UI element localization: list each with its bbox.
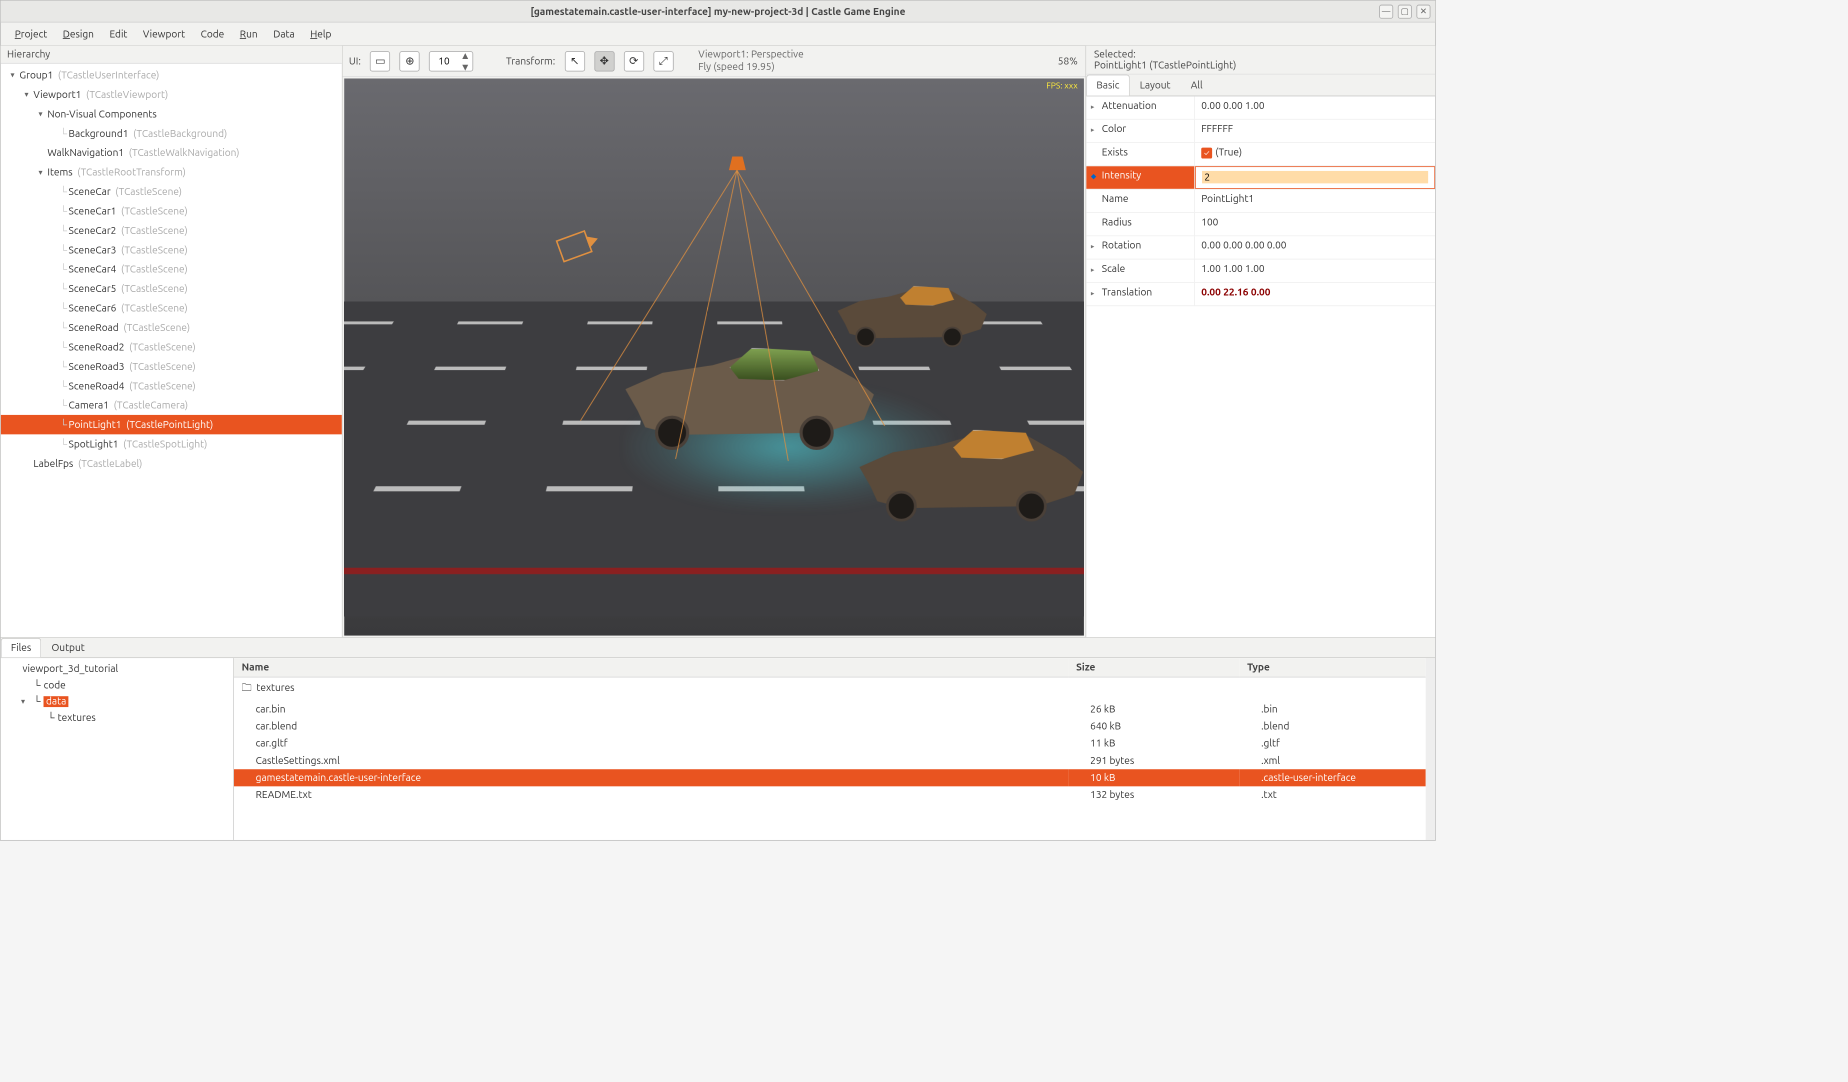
center-panel: UI: ▭ ⊕ ▲▼ Transform: ↖ ✥ ⟳ ⤢ Viewport1:…: [343, 46, 1086, 637]
selected-value: PointLight1 (TCastlePointLight): [1094, 60, 1427, 71]
pointlight-gizmo-icon[interactable]: [729, 156, 746, 170]
hierarchy-item-spotlight1[interactable]: └ SpotLight1(TCastleSpotLight): [1, 434, 342, 453]
viewport-nav-info: Fly (speed 19.95): [698, 61, 803, 73]
scene-car-bg1[interactable]: [838, 279, 987, 344]
prop-translation[interactable]: ▸Translation0.00 22.16 0.00: [1086, 283, 1435, 306]
hierarchy-item-scenecar6[interactable]: └ SceneCar6(TCastleScene): [1, 298, 342, 317]
hierarchy-item-scenecar1[interactable]: └ SceneCar1(TCastleScene): [1, 201, 342, 220]
file-row-readme-txt[interactable]: README.txt132 bytes.txt: [234, 786, 1426, 803]
column-size[interactable]: Size: [1068, 658, 1239, 677]
menu-edit[interactable]: Edit: [103, 25, 133, 42]
prop-radius[interactable]: Radius100: [1086, 213, 1435, 236]
camera-gizmo-icon[interactable]: [556, 230, 593, 263]
scene-car-bg2[interactable]: [860, 418, 1084, 516]
hierarchy-item-sceneroad3[interactable]: └ SceneRoad3(TCastleScene): [1, 357, 342, 376]
folder-textures[interactable]: └ textures: [1, 709, 233, 725]
viewport-3d[interactable]: FPS: xxx: [344, 78, 1084, 635]
hierarchy-tree[interactable]: ▾Group1(TCastleUserInterface)▾Viewport1(…: [1, 64, 342, 637]
property-grid[interactable]: ▸Attenuation0.00 0.00 1.00▸ColorFFFFFFEx…: [1086, 96, 1435, 637]
menu-help[interactable]: Help: [304, 25, 338, 42]
file-row-car-blend[interactable]: car.blend640 kB.blend: [234, 718, 1426, 735]
move-icon[interactable]: ✥: [594, 51, 614, 71]
menu-data[interactable]: Data: [267, 25, 301, 42]
file-row-car-bin[interactable]: car.bin26 kB.bin: [234, 701, 1426, 718]
lower-tab-files[interactable]: Files: [1, 638, 42, 657]
hierarchy-item-sceneroad[interactable]: └ SceneRoad(TCastleScene): [1, 318, 342, 337]
lower-panel: FilesOutput viewport_3d_tutorial└ code▾└…: [1, 638, 1435, 840]
hierarchy-item-scenecar3[interactable]: └ SceneCar3(TCastleScene): [1, 240, 342, 259]
viewport-camera-info: Viewport1: Perspective: [698, 49, 803, 61]
prop-intensity[interactable]: ◆Intensity: [1086, 166, 1435, 189]
file-table[interactable]: NameSizeType texturescar.bin26 kB.bincar…: [234, 658, 1426, 840]
ui-snap-spinner[interactable]: ▲▼: [429, 51, 473, 71]
selected-label: Selected:: [1094, 49, 1427, 60]
prop-name[interactable]: NamePointLight1: [1086, 190, 1435, 213]
menubar: ProjectDesignEditViewportCodeRunDataHelp: [1, 23, 1435, 46]
cursor-icon[interactable]: ↖: [565, 51, 585, 71]
prop-color[interactable]: ▸ColorFFFFFF: [1086, 120, 1435, 143]
folder-data[interactable]: ▾└ data: [1, 693, 233, 709]
menu-project[interactable]: Project: [9, 25, 54, 42]
hierarchy-item-camera1[interactable]: └ Camera1(TCastleCamera): [1, 395, 342, 414]
hierarchy-panel: Hierarchy ▾Group1(TCastleUserInterface)▾…: [1, 46, 343, 637]
column-type[interactable]: Type: [1239, 658, 1425, 677]
maximize-button[interactable]: ▢: [1398, 4, 1412, 18]
file-row-car-gltf[interactable]: car.gltf11 kB.gltf: [234, 735, 1426, 752]
add-ui-icon[interactable]: ⊕: [400, 51, 420, 71]
folder-tree[interactable]: viewport_3d_tutorial└ code▾└ data└ textu…: [1, 658, 234, 840]
inspector-panel: Selected: PointLight1 (TCastlePointLight…: [1085, 46, 1435, 637]
prop-scale[interactable]: ▸Scale1.00 1.00 1.00: [1086, 260, 1435, 283]
minimize-button[interactable]: —: [1379, 4, 1393, 18]
inspector-tab-all[interactable]: All: [1181, 75, 1213, 96]
hierarchy-item-scenecar2[interactable]: └ SceneCar2(TCastleScene): [1, 221, 342, 240]
hierarchy-item-non-visual components[interactable]: ▾Non-Visual Components: [1, 104, 342, 123]
file-row-castlesettings-xml[interactable]: CastleSettings.xml291 bytes.xml: [234, 752, 1426, 769]
ui-snap-input[interactable]: [430, 56, 458, 67]
menu-design[interactable]: Design: [57, 25, 101, 42]
hierarchy-item-scenecar4[interactable]: └ SceneCar4(TCastleScene): [1, 260, 342, 279]
viewport-toolbar: UI: ▭ ⊕ ▲▼ Transform: ↖ ✥ ⟳ ⤢ Viewport1:…: [343, 46, 1086, 77]
hierarchy-item-sceneroad2[interactable]: └ SceneRoad2(TCastleScene): [1, 337, 342, 356]
hierarchy-item-viewport1[interactable]: ▾Viewport1(TCastleViewport): [1, 85, 342, 104]
folder-code[interactable]: └ code: [1, 677, 233, 693]
hierarchy-item-group1[interactable]: ▾Group1(TCastleUserInterface): [1, 65, 342, 84]
file-row-gamestatemain-castle-user-interface[interactable]: gamestatemain.castle-user-interface10 kB…: [234, 769, 1426, 786]
select-rect-icon[interactable]: ▭: [370, 51, 390, 71]
fps-counter: FPS: xxx: [1046, 82, 1077, 91]
lower-tab-output[interactable]: Output: [41, 638, 94, 657]
hierarchy-header: Hierarchy: [1, 46, 342, 64]
menu-run[interactable]: Run: [234, 25, 264, 42]
hierarchy-item-sceneroad4[interactable]: └ SceneRoad4(TCastleScene): [1, 376, 342, 395]
scene-car-main[interactable]: [625, 335, 874, 444]
hierarchy-item-scenecar[interactable]: └ SceneCar(TCastleScene): [1, 182, 342, 201]
transform-label: Transform:: [506, 56, 555, 67]
prop-rotation[interactable]: ▸Rotation0.00 0.00 0.00 0.00: [1086, 236, 1435, 259]
folder-viewport_3d_tutorial[interactable]: viewport_3d_tutorial: [1, 661, 233, 677]
lower-tabs: FilesOutput: [1, 638, 1435, 658]
titlebar: [gamestatemain.castle-user-interface] my…: [1, 1, 1435, 23]
hierarchy-item-labelfps[interactable]: LabelFps(TCastleLabel): [1, 454, 342, 473]
inspector-tab-basic[interactable]: Basic: [1086, 75, 1129, 96]
hierarchy-item-walknavigation1[interactable]: WalkNavigation1(TCastleWalkNavigation): [1, 143, 342, 162]
column-name[interactable]: Name: [234, 658, 1068, 677]
hierarchy-item-items[interactable]: ▾Items(TCastleRootTransform): [1, 162, 342, 181]
scrollbar[interactable]: [1426, 658, 1435, 840]
rotate-icon[interactable]: ⟳: [624, 51, 644, 71]
hierarchy-item-pointlight1[interactable]: └ PointLight1(TCastlePointLight): [1, 415, 342, 434]
prop-exists[interactable]: Exists✓(True): [1086, 143, 1435, 166]
scale-icon[interactable]: ⤢: [653, 51, 673, 71]
prop-attenuation[interactable]: ▸Attenuation0.00 0.00 1.00: [1086, 96, 1435, 119]
menu-code[interactable]: Code: [194, 25, 230, 42]
close-button[interactable]: ✕: [1416, 4, 1430, 18]
ui-label: UI:: [349, 56, 361, 67]
hierarchy-item-scenecar5[interactable]: └ SceneCar5(TCastleScene): [1, 279, 342, 298]
file-row-textures[interactable]: textures: [234, 677, 1426, 701]
hierarchy-item-background1[interactable]: └ Background1(TCastleBackground): [1, 124, 342, 143]
inspector-tabs: BasicLayoutAll: [1086, 75, 1435, 97]
menu-viewport[interactable]: Viewport: [137, 25, 192, 42]
inspector-tab-layout[interactable]: Layout: [1130, 75, 1181, 96]
window-title: [gamestatemain.castle-user-interface] my…: [530, 6, 905, 17]
zoom-percent: 58%: [1058, 56, 1078, 67]
